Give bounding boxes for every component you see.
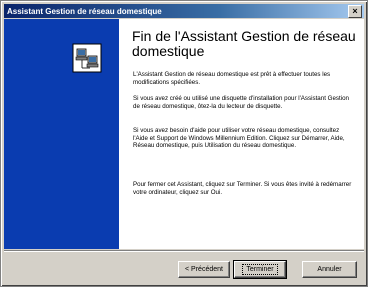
back-button-label: < Précédent <box>185 266 223 273</box>
wizard-sidebar <box>4 19 119 249</box>
paragraph-close: Pour fermer cet Assistant, cliquez sur T… <box>133 181 352 196</box>
finish-button-label: Terminer <box>242 264 278 275</box>
paragraph-ready: L'Assistant Gestion de réseau domestique… <box>133 71 331 86</box>
finish-button[interactable]: Terminer <box>233 260 287 279</box>
close-button[interactable]: × <box>348 5 362 18</box>
wizard-content: Fin de l'Assistant Gestion de réseau dom… <box>119 19 364 249</box>
divider <box>4 250 364 252</box>
window-title: Assistant Gestion de réseau domestique <box>7 6 162 16</box>
cancel-button[interactable]: Annuler <box>302 261 357 278</box>
wizard-window: Assistant Gestion de réseau domestique ×… <box>0 0 368 287</box>
title-bar[interactable]: Assistant Gestion de réseau domestique × <box>4 4 364 18</box>
close-icon: × <box>352 6 358 16</box>
network-computers-icon <box>72 43 102 73</box>
cancel-button-label: Annuler <box>317 266 342 273</box>
back-button[interactable]: < Précédent <box>178 261 230 278</box>
paragraph-help: Si vous avez besoin d'aide pour utiliser… <box>133 127 345 150</box>
paragraph-disquette: Si vous avez créé ou utilisé une disquet… <box>133 95 349 110</box>
page-title: Fin de l'Assistant Gestion de réseau dom… <box>132 28 356 59</box>
